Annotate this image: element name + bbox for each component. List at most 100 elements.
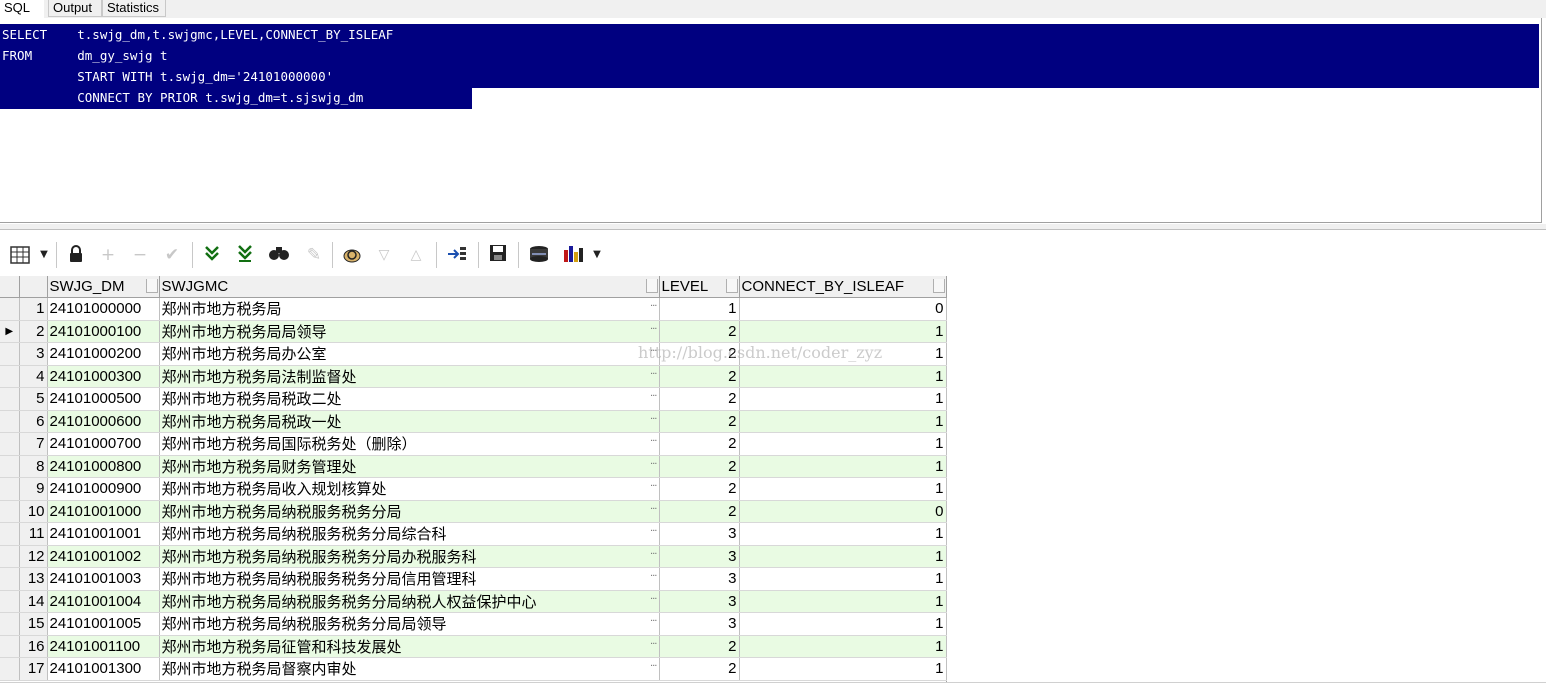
table-row[interactable]: 14 24101001004 郑州市地方税务局纳税服务税务分局纳税人权益保护中心 ··…: [0, 590, 947, 613]
cell-connect-by-isleaf[interactable]: 1: [739, 342, 947, 366]
column-header-button[interactable]: [932, 279, 945, 293]
cell-connect-by-isleaf[interactable]: 1: [739, 387, 947, 411]
cell-swjgmc[interactable]: 郑州市地方税务局收入规划核算处 ···: [159, 477, 660, 501]
cell-connect-by-isleaf[interactable]: 1: [739, 567, 947, 591]
cell-swjg-dm[interactable]: 24101000700: [47, 432, 160, 456]
cell-swjg-dm[interactable]: 24101001005: [47, 612, 160, 636]
tab-sql[interactable]: SQL: [0, 0, 44, 19]
cell-level[interactable]: 3: [659, 567, 740, 591]
cell-swjg-dm[interactable]: 24101000100: [47, 320, 160, 343]
cell-ellipsis-button[interactable]: ···: [650, 526, 657, 537]
cell-connect-by-isleaf[interactable]: 1: [739, 432, 947, 456]
delete-record-icon[interactable]: −: [128, 244, 152, 266]
cell-swjgmc[interactable]: 郑州市地方税务局税政二处 ···: [159, 387, 660, 411]
fetch-next-icon[interactable]: [200, 244, 224, 266]
cell-swjgmc[interactable]: 郑州市地方税务局纳税服务税务分局办税服务科 ···: [159, 545, 660, 568]
export-icon[interactable]: [526, 244, 552, 266]
cell-swjgmc[interactable]: 郑州市地方税务局纳税服务税务分局局领导 ···: [159, 612, 660, 636]
cell-level[interactable]: 3: [659, 545, 740, 568]
cell-level[interactable]: 3: [659, 590, 740, 613]
cell-level[interactable]: 2: [659, 387, 740, 411]
column-header-button[interactable]: [725, 279, 738, 293]
table-row[interactable]: 7 24101000700 郑州市地方税务局国际税务处（删除） ··· 2 1: [0, 432, 947, 456]
table-row[interactable]: 1 24101000000 郑州市地方税务局 ··· 1 0: [0, 297, 947, 321]
cell-swjgmc[interactable]: 郑州市地方税务局督察内审处 ···: [159, 657, 660, 681]
cell-level[interactable]: 2: [659, 432, 740, 456]
cell-swjgmc[interactable]: 郑州市地方税务局征管和科技发展处 ···: [159, 635, 660, 658]
cell-ellipsis-button[interactable]: ···: [650, 639, 657, 650]
column-header-level[interactable]: LEVEL: [659, 276, 740, 298]
cell-ellipsis-button[interactable]: ···: [650, 594, 657, 605]
cell-swjg-dm[interactable]: 24101001003: [47, 567, 160, 591]
fetch-last-icon[interactable]: [233, 244, 257, 266]
cell-connect-by-isleaf[interactable]: 1: [739, 590, 947, 613]
cell-ellipsis-button[interactable]: ···: [650, 346, 657, 357]
cell-ellipsis-button[interactable]: ···: [650, 391, 657, 402]
column-header-swjg-dm[interactable]: SWJG_DM: [47, 276, 160, 298]
dropdown-arrow-icon[interactable]: ▼: [37, 244, 51, 266]
cell-level[interactable]: 2: [659, 635, 740, 658]
sort-desc-icon[interactable]: ▽: [372, 244, 396, 266]
cell-swjgmc[interactable]: 郑州市地方税务局税政一处 ···: [159, 410, 660, 433]
table-row[interactable]: 3 24101000200 郑州市地方税务局办公室 ··· 2 1: [0, 342, 947, 366]
cell-swjg-dm[interactable]: 24101001000: [47, 500, 160, 523]
column-header-connect-by-isleaf[interactable]: CONNECT_BY_ISLEAF: [739, 276, 947, 298]
cell-swjg-dm[interactable]: 24101001001: [47, 522, 160, 546]
cell-level[interactable]: 1: [659, 297, 740, 321]
cell-connect-by-isleaf[interactable]: 0: [739, 297, 947, 321]
table-row[interactable]: 16 24101001100 郑州市地方税务局征管和科技发展处 ··· 2 1: [0, 635, 947, 658]
cell-connect-by-isleaf[interactable]: 1: [739, 612, 947, 636]
cell-swjgmc[interactable]: 郑州市地方税务局纳税服务税务分局纳税人权益保护中心 ···: [159, 590, 660, 613]
table-row[interactable]: 9 24101000900 郑州市地方税务局收入规划核算处 ··· 2 1: [0, 477, 947, 501]
cell-ellipsis-button[interactable]: ···: [650, 301, 657, 312]
chart-icon[interactable]: [560, 244, 586, 266]
cell-connect-by-isleaf[interactable]: 1: [739, 635, 947, 658]
cell-swjgmc[interactable]: 郑州市地方税务局财务管理处 ···: [159, 455, 660, 478]
cell-swjgmc[interactable]: 郑州市地方税务局国际税务处（删除） ···: [159, 432, 660, 456]
cell-connect-by-isleaf[interactable]: 1: [739, 657, 947, 681]
cell-swjg-dm[interactable]: 24101000500: [47, 387, 160, 411]
cell-swjg-dm[interactable]: 24101000000: [47, 297, 160, 321]
cell-swjgmc[interactable]: 郑州市地方税务局纳税服务税务分局信用管理科 ···: [159, 567, 660, 591]
table-row[interactable]: 17 24101001300 郑州市地方税务局督察内审处 ··· 2 1: [0, 657, 947, 681]
cell-connect-by-isleaf[interactable]: 1: [739, 455, 947, 478]
cell-level[interactable]: 2: [659, 410, 740, 433]
cell-level[interactable]: 2: [659, 455, 740, 478]
lock-icon[interactable]: [64, 244, 88, 266]
cell-swjgmc[interactable]: 郑州市地方税务局 ···: [159, 297, 660, 321]
table-row[interactable]: 8 24101000800 郑州市地方税务局财务管理处 ··· 2 1: [0, 455, 947, 478]
chart-dropdown-icon[interactable]: ▼: [590, 244, 604, 266]
tab-output[interactable]: Output: [48, 0, 102, 17]
cell-connect-by-isleaf[interactable]: 1: [739, 410, 947, 433]
table-row[interactable]: 15 24101001005 郑州市地方税务局纳税服务税务分局局领导 ··· 3 1: [0, 612, 947, 636]
cell-level[interactable]: 3: [659, 522, 740, 546]
cell-ellipsis-button[interactable]: ···: [650, 369, 657, 380]
cell-connect-by-isleaf[interactable]: 1: [739, 320, 947, 343]
table-row[interactable]: 12 24101001002 郑州市地方税务局纳税服务税务分局办税服务科 ··· 3 1: [0, 545, 947, 568]
cell-ellipsis-button[interactable]: ···: [650, 504, 657, 515]
cell-level[interactable]: 2: [659, 477, 740, 501]
cell-swjg-dm[interactable]: 24101001300: [47, 657, 160, 681]
cell-swjgmc[interactable]: 郑州市地方税务局局领导 ···: [159, 320, 660, 343]
cell-swjgmc[interactable]: 郑州市地方税务局纳税服务税务分局 ···: [159, 500, 660, 523]
cell-ellipsis-button[interactable]: ···: [650, 436, 657, 447]
cell-swjg-dm[interactable]: 24101000900: [47, 477, 160, 501]
post-edit-icon[interactable]: ✔: [160, 244, 184, 266]
cell-level[interactable]: 3: [659, 612, 740, 636]
cell-swjg-dm[interactable]: 24101001100: [47, 635, 160, 658]
cell-level[interactable]: 2: [659, 365, 740, 388]
cell-ellipsis-button[interactable]: ···: [650, 571, 657, 582]
cell-level[interactable]: 2: [659, 320, 740, 343]
cell-connect-by-isleaf[interactable]: 1: [739, 522, 947, 546]
cell-swjg-dm[interactable]: 24101000200: [47, 342, 160, 366]
cell-level[interactable]: 2: [659, 342, 740, 366]
cell-connect-by-isleaf[interactable]: 1: [739, 545, 947, 568]
add-record-icon[interactable]: +: [96, 244, 120, 266]
cell-ellipsis-button[interactable]: ···: [650, 481, 657, 492]
sort-asc-icon[interactable]: △: [404, 244, 428, 266]
cell-connect-by-isleaf[interactable]: 0: [739, 500, 947, 523]
query-by-example-icon[interactable]: [340, 244, 364, 266]
cell-connect-by-isleaf[interactable]: 1: [739, 365, 947, 388]
cell-swjg-dm[interactable]: 24101000800: [47, 455, 160, 478]
cell-connect-by-isleaf[interactable]: 1: [739, 477, 947, 501]
